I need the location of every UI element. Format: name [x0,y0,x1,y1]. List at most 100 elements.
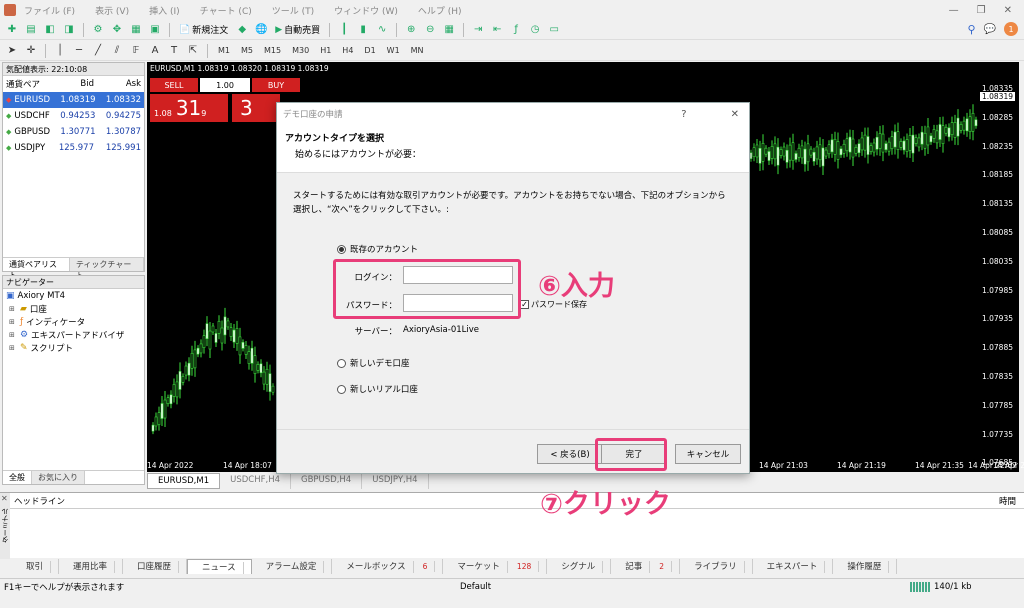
candlestick-icon[interactable]: ▮ [355,22,371,38]
buy-price[interactable]: 3 [232,94,280,122]
menu-tools[interactable]: ツール (T) [272,4,314,17]
chart-shift-icon[interactable]: ⇤ [489,22,505,38]
arrows-icon[interactable]: ⇱ [185,43,201,59]
back-button[interactable]: < 戻る(B) [537,444,603,464]
text-label-icon[interactable]: T [166,43,182,59]
tab-symbol-list[interactable]: 通貨ペアリスト [3,258,70,280]
autoscroll-icon[interactable]: ⇥ [470,22,486,38]
terminal-tab-6[interactable]: マーケット 128 [443,559,548,574]
radio-existing-account[interactable]: 既存のアカウント [337,243,418,255]
radio-new-demo[interactable]: 新しいデモ口座 [337,357,410,369]
market-row-usdchf[interactable]: USDCHF 0.94253 0.94275 [3,108,144,124]
trendline-icon[interactable]: ╱ [90,43,106,59]
close-icon[interactable]: ✕ [1,494,8,503]
restore-icon[interactable]: ❐ [977,5,986,16]
buy-button[interactable]: BUY [252,78,300,92]
crosshair-icon[interactable]: ✛ [23,43,39,59]
timeframe-mn[interactable]: MN [407,45,428,56]
timeframe-m5[interactable]: M5 [237,45,257,56]
templates-icon[interactable]: ▭ [546,22,562,38]
expand-icon[interactable]: ⊞ [9,318,17,326]
cancel-button[interactable]: キャンセル [675,444,741,464]
navigator-indicators[interactable]: ⊞ ƒ インディケータ [3,315,144,328]
terminal-tab-10[interactable]: エキスパート [753,559,834,574]
tab-tick-chart[interactable]: ティックチャート [69,258,144,280]
terminal-tab-7[interactable]: シグナル [547,559,612,574]
channel-icon[interactable]: ⫽ [109,43,125,59]
cursor-icon[interactable]: ➤ [4,43,20,59]
menu-help[interactable]: ヘルプ (H) [418,4,462,17]
timeframe-w1[interactable]: W1 [383,45,404,56]
timeframe-h4[interactable]: H4 [338,45,357,56]
crosshair-move-icon[interactable]: ✥ [109,22,125,38]
menu-file[interactable]: ファイル (F) [24,4,75,17]
help-icon[interactable]: ? [681,109,686,120]
market-row-usdjpy[interactable]: USDJPY 125.977 125.991 [3,140,144,156]
terminal-tab-4[interactable]: アラーム設定 [252,559,333,574]
column-headline[interactable]: ヘッドライン [14,495,65,507]
vertical-line-icon[interactable]: │ [52,43,68,59]
minimize-icon[interactable]: — [949,5,959,16]
chat-icon[interactable]: 💬 [984,24,996,35]
bar-chart-icon[interactable]: ┃ [336,22,352,38]
text-icon[interactable]: A [147,43,163,59]
market-row-eurusd[interactable]: EURUSD 1.08319 1.08332 [3,92,144,108]
terminal-tab-5[interactable]: メールボックス 6 [332,559,444,574]
tester-icon[interactable]: ▣ [147,22,163,38]
sell-price[interactable]: 1.08 31 9 [150,94,228,122]
auto-trade-button[interactable]: ▶ 自動売買 [272,23,323,37]
terminal-tab-2[interactable]: 口座履歴 [123,559,188,574]
terminal-tab-9[interactable]: ライブラリ [680,559,753,574]
navigator-icon[interactable]: ⚙ [90,22,106,38]
chart-tab-usdchf[interactable]: USDCHF,H4 [220,473,291,489]
timeframe-h1[interactable]: H1 [316,45,335,56]
market-watch-icon[interactable]: ◧ [42,22,58,38]
column-time[interactable]: 時間 [999,495,1016,507]
menu-chart[interactable]: チャート (C) [200,4,252,17]
navigator-scripts[interactable]: ⊞ ✎ スクリプト [3,341,144,354]
menu-view[interactable]: 表示 (V) [95,4,129,17]
tile-windows-icon[interactable]: ▦ [441,22,457,38]
market-row-gbpusd[interactable]: GBPUSD 1.30771 1.30787 [3,124,144,140]
navigator-accounts[interactable]: ⊞ ▰ 口座 [3,302,144,315]
timeframe-m1[interactable]: M1 [214,45,234,56]
terminal-tab-3[interactable]: ニュース [187,559,252,574]
terminal-icon[interactable]: ▦ [128,22,144,38]
sell-button[interactable]: SELL [150,78,198,92]
new-order-button[interactable]: 📄 新規注文 [176,23,231,37]
expand-icon[interactable]: ⊞ [9,305,17,313]
chart-tab-usdjpy[interactable]: USDJPY,H4 [362,473,429,489]
navigator-experts[interactable]: ⊞ ⚙ エキスパートアドバイザ [3,328,144,341]
timeframe-m15[interactable]: M15 [260,45,285,56]
fibonacci-icon[interactable]: 𝔽 [128,43,144,59]
expand-icon[interactable]: ⊞ [9,344,17,352]
status-connection[interactable]: 140/1 kb [910,581,972,592]
line-chart-icon[interactable]: ∿ [374,22,390,38]
navigator-root[interactable]: ▣ Axiory MT4 [3,289,144,302]
indicators-icon[interactable]: ƒ [508,22,524,38]
terminal-tab-8[interactable]: 記事 2 [611,559,681,574]
terminal-tab-1[interactable]: 運用比率 [59,559,124,574]
timeframe-d1[interactable]: D1 [360,45,379,56]
menu-insert[interactable]: 挿入 (I) [149,4,180,17]
metaeditor-icon[interactable]: ◆ [234,22,250,38]
chart-tab-eurusd[interactable]: EURUSD,M1 [147,473,221,489]
new-chart-icon[interactable]: ✚ [4,22,20,38]
close-icon[interactable]: ✕ [731,109,739,120]
menu-window[interactable]: ウィンドウ (W) [334,4,398,17]
timeframe-m30[interactable]: M30 [288,45,313,56]
globe-icon[interactable]: 🌐 [253,22,269,38]
radio-new-real[interactable]: 新しいリアル口座 [337,383,418,395]
expand-icon[interactable]: ⊞ [9,331,17,339]
zoom-in-icon[interactable]: ⊕ [403,22,419,38]
horizontal-line-icon[interactable]: ─ [71,43,87,59]
periods-icon[interactable]: ◷ [527,22,543,38]
volume-input[interactable]: 1.00 [200,78,250,92]
zoom-out-icon[interactable]: ⊖ [422,22,438,38]
tab-general[interactable]: 全般 [3,471,32,484]
profiles-icon[interactable]: ▤ [23,22,39,38]
search-icon[interactable]: ⚲ [967,23,975,36]
tab-favorites[interactable]: お気に入り [32,471,85,484]
terminal-tab-0[interactable]: 取引 [12,559,60,574]
close-window-icon[interactable]: ✕ [1004,5,1012,16]
